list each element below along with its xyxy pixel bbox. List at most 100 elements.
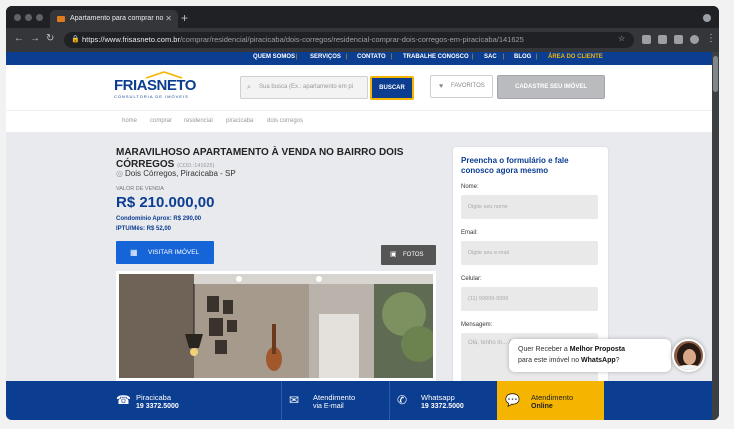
close-window-dot[interactable] xyxy=(14,14,21,21)
location-pin-icon: ◎ xyxy=(116,169,123,178)
breadcrumb-dois-corregos[interactable]: dois corregos xyxy=(267,118,303,124)
window-menu-icon[interactable] xyxy=(703,14,711,22)
footer-phone-value: 19 3372.5000 xyxy=(136,403,179,410)
puzzle-icon[interactable] xyxy=(658,35,667,44)
footer-email-title: Atendimento xyxy=(313,393,356,402)
kebab-menu-icon[interactable]: ⋮ xyxy=(706,33,716,44)
price: R$ 210.000,00 xyxy=(116,194,215,211)
logo-text: FRIASNETO xyxy=(114,77,196,94)
iptu-fee: IPTU/Mês: R$ 52,00 xyxy=(116,226,172,232)
scrollbar-thumb[interactable] xyxy=(713,56,718,92)
url-path: /comprar/residencial/piracicaba/dois-cor… xyxy=(179,35,524,44)
mail-icon: ✉ xyxy=(289,393,300,407)
address-bar[interactable]: 🔒 https://www.frisasneto.com.br/comprar/… xyxy=(64,32,634,48)
price-label: VALOR DE VENDA xyxy=(116,186,164,192)
property-photo[interactable] xyxy=(116,271,436,381)
logo-roof-icon xyxy=(145,71,183,79)
search-icon: ⌕ xyxy=(247,84,251,91)
bookmark-star-icon[interactable]: ☆ xyxy=(618,34,625,43)
online-status-icon xyxy=(698,364,703,370)
footer-online-chat[interactable]: 💬 Atendimento Online xyxy=(497,381,604,420)
page-scrollbar[interactable] xyxy=(712,52,719,420)
reload-icon[interactable]: ↻ xyxy=(46,33,54,44)
photos-button[interactable]: ▣ FOTOS xyxy=(381,245,436,265)
footer-email[interactable]: ✉ Atendimento via E-mail xyxy=(289,381,389,420)
footer-email-value: via E-mail xyxy=(313,403,344,410)
nav-contato[interactable]: CONTATO xyxy=(357,54,386,60)
nav-sac[interactable]: SAC xyxy=(484,54,497,60)
browser-titlebar: Apartamento para comprar no ✕ + xyxy=(6,6,719,28)
agent-avatar[interactable] xyxy=(672,339,705,372)
phone-icon: ☎ xyxy=(116,393,131,407)
lock-icon: 🔒 xyxy=(71,36,80,43)
phone-input[interactable]: (11) 99999-9999 xyxy=(461,287,598,311)
whatsapp-icon: ✆ xyxy=(397,393,408,407)
profile-avatar-icon[interactable] xyxy=(690,35,699,44)
maximize-window-dot[interactable] xyxy=(36,14,43,21)
nav-area-do-cliente[interactable]: ÁREA DO CLIENTE xyxy=(548,54,603,60)
location-text: Dois Córregos, Piracicaba - SP xyxy=(124,169,236,178)
chat-line-2: para este imóvel no WhatsApp? xyxy=(518,357,620,364)
nav-quem-somos[interactable]: QUEM SOMOS xyxy=(253,54,295,60)
photos-label: FOTOS xyxy=(403,252,424,258)
favicon-icon xyxy=(57,16,65,22)
chat-icon: 💬 xyxy=(505,393,520,407)
search-placeholder: Sua busca (Ex.: apartamento em pi xyxy=(259,84,354,90)
tab-title: Apartamento para comprar no xyxy=(70,15,164,22)
footer-whatsapp[interactable]: ✆ Whatsapp 19 3372.5000 xyxy=(397,381,497,420)
browser-toolbar: ← → ↻ 🔒 https://www.frisasneto.com.br/co… xyxy=(6,28,719,52)
email-label: Email: xyxy=(461,230,478,236)
visit-label: VISITAR IMÓVEL xyxy=(148,249,200,256)
site-header: FRIASNETO CONSULTORIA DE IMÓVEIS ⌕ Sua b… xyxy=(6,65,712,110)
breadcrumb-comprar[interactable]: comprar xyxy=(150,118,172,124)
camera-icon: ▣ xyxy=(390,251,397,258)
favorites-label: FAVORITOS xyxy=(451,83,485,89)
footer-chat-value: Online xyxy=(531,403,553,410)
listing-title-text: MARAVILHOSO APARTAMENTO À VENDA NO BAIRR… xyxy=(116,147,404,170)
url-host: https://www.frisasneto.com.br xyxy=(82,35,180,44)
nav-trabalhe-conosco[interactable]: TRABALHE CONOSCO xyxy=(403,54,469,60)
breadcrumb-piracicaba[interactable]: piracicaba xyxy=(226,118,253,124)
browser-window: Apartamento para comprar no ✕ + ← → ↻ 🔒 … xyxy=(6,6,719,420)
property-photo-image xyxy=(119,274,433,378)
favorites-button[interactable]: ♥ FAVORITOS xyxy=(430,75,493,98)
webpage: QUEM SOMOS | SERVIÇOS | CONTATO | TRABAL… xyxy=(6,52,712,420)
logo-tagline: CONSULTORIA DE IMÓVEIS xyxy=(114,94,189,99)
whatsapp-chat-bubble[interactable]: Quer Receber a Melhor Proposta para este… xyxy=(509,339,671,372)
breadcrumb-residencial[interactable]: residencial xyxy=(184,118,213,124)
extension-icon[interactable] xyxy=(642,35,651,44)
close-tab-icon[interactable]: ✕ xyxy=(165,10,172,28)
search-button[interactable]: BUSCAR xyxy=(370,76,414,100)
listing-location: ◎ Dois Córregos, Piracicaba - SP xyxy=(116,169,236,178)
site-logo[interactable]: FRIASNETO CONSULTORIA DE IMÓVEIS xyxy=(114,71,196,99)
contact-footer-bar: ☎ Piracicaba 19 3372.5000 ✉ Atendimento … xyxy=(6,381,712,420)
calendar-icon: ▦ xyxy=(130,248,138,257)
email-input[interactable]: Digite seu e-mail xyxy=(461,241,598,265)
nav-blog[interactable]: BLOG xyxy=(514,54,531,60)
breadcrumb: home comprar residencial piracicaba dois… xyxy=(6,110,712,132)
search-input[interactable]: ⌕ Sua busca (Ex.: apartamento em pi xyxy=(240,76,368,99)
forward-icon[interactable]: → xyxy=(30,33,40,44)
footer-phone[interactable]: ☎ Piracicaba 19 3372.5000 xyxy=(116,381,281,420)
message-label: Mensagem: xyxy=(461,322,493,328)
cast-icon[interactable] xyxy=(674,35,683,44)
browser-tab[interactable]: Apartamento para comprar no ✕ xyxy=(50,10,178,28)
chat-line-1: Quer Receber a Melhor Proposta xyxy=(518,346,625,353)
minimize-window-dot[interactable] xyxy=(25,14,32,21)
visit-property-button[interactable]: ▦ VISITAR IMÓVEL xyxy=(116,241,214,264)
footer-whatsapp-title: Whatsapp xyxy=(421,393,455,402)
heart-icon: ♥ xyxy=(439,83,444,90)
footer-whatsapp-value: 19 3372.5000 xyxy=(421,403,464,410)
phone-label: Celular: xyxy=(461,276,482,282)
back-icon[interactable]: ← xyxy=(14,33,24,44)
new-tab-icon[interactable]: + xyxy=(181,11,188,25)
register-property-button[interactable]: CADASTRE SEU IMÓVEL xyxy=(497,75,605,99)
breadcrumb-home[interactable]: home xyxy=(122,118,137,124)
name-input[interactable]: Digite seu nome xyxy=(461,195,598,219)
footer-phone-title: Piracicaba xyxy=(136,393,172,402)
footer-chat-title: Atendimento xyxy=(531,393,574,402)
name-label: Nome: xyxy=(461,184,479,190)
nav-servicos[interactable]: SERVIÇOS xyxy=(310,54,341,60)
condo-fee: Condomínio Aprox: R$ 290,00 xyxy=(116,216,202,222)
top-nav: QUEM SOMOS | SERVIÇOS | CONTATO | TRABAL… xyxy=(6,52,712,65)
